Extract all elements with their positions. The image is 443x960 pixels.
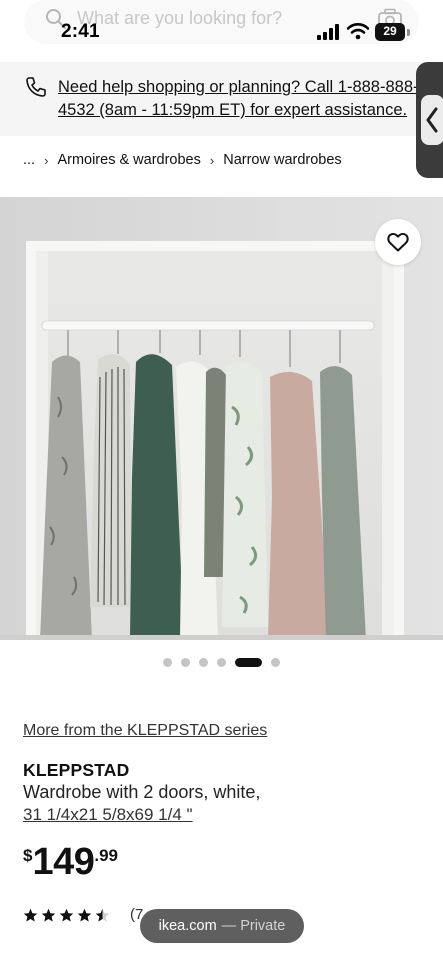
star-icon bbox=[95, 908, 110, 922]
cellular-signal-icon bbox=[317, 24, 339, 40]
private-mode-label: — Private bbox=[221, 918, 286, 934]
price-integer: 149 bbox=[32, 841, 95, 883]
wardrobe-photo bbox=[0, 197, 443, 640]
heart-icon bbox=[387, 232, 409, 252]
breadcrumb-armoires[interactable]: Armoires & wardrobes bbox=[57, 152, 200, 168]
carousel-dot[interactable] bbox=[217, 657, 226, 667]
carousel-indicator bbox=[163, 657, 280, 667]
help-banner[interactable]: Need help shopping or planning? Call 1-8… bbox=[0, 62, 443, 136]
carousel-dot[interactable] bbox=[271, 657, 280, 667]
battery-tip bbox=[407, 29, 410, 36]
product-dimensions-link[interactable]: 31 1/4x21 5/8x69 1/4 " bbox=[23, 805, 193, 825]
price-decimal: .99 bbox=[94, 846, 119, 865]
search-placeholder: What are you looking for? bbox=[77, 8, 283, 28]
battery-level: 29 bbox=[383, 24, 397, 38]
favorite-button[interactable] bbox=[375, 219, 421, 265]
side-drawer-handle bbox=[421, 95, 443, 145]
carousel-dot[interactable] bbox=[199, 657, 208, 667]
star-icon bbox=[59, 908, 74, 922]
breadcrumb-narrow-wardrobes[interactable]: Narrow wardrobes bbox=[223, 152, 341, 168]
url-domain: ikea.com bbox=[158, 918, 217, 934]
product-name: KLEPPSTAD bbox=[23, 760, 130, 780]
battery-icon: 29 bbox=[375, 23, 405, 41]
browser-url-bar[interactable]: ikea.com — Private bbox=[140, 909, 304, 943]
status-time: 2:41 bbox=[61, 21, 100, 42]
carousel-dot[interactable] bbox=[181, 657, 190, 667]
price-currency: $ bbox=[23, 846, 33, 865]
breadcrumb-ellipsis[interactable]: ... bbox=[23, 152, 35, 168]
wifi-icon bbox=[347, 23, 369, 40]
breadcrumb: ... › Armoires & wardrobes › Narrow ward… bbox=[23, 150, 342, 170]
product-description: Wardrobe with 2 doors, white, bbox=[23, 782, 261, 802]
star-icon bbox=[23, 908, 38, 922]
side-drawer-tab[interactable] bbox=[416, 62, 443, 178]
rating-stars[interactable] bbox=[23, 908, 110, 923]
product-image[interactable] bbox=[0, 197, 443, 640]
chevron-left-icon bbox=[426, 107, 438, 133]
star-icon bbox=[41, 908, 56, 922]
product-price: $ 149 .99 bbox=[23, 842, 118, 882]
breadcrumb-separator: › bbox=[44, 152, 49, 168]
series-link[interactable]: More from the KLEPPSTAD series bbox=[23, 722, 267, 740]
breadcrumb-separator: › bbox=[209, 152, 215, 168]
carousel-dot[interactable] bbox=[163, 657, 172, 667]
help-banner-text[interactable]: Need help shopping or planning? Call 1-8… bbox=[58, 76, 420, 122]
star-icon bbox=[77, 908, 92, 922]
top-bar: What are you looking for? 2:41 29 bbox=[0, 0, 443, 60]
phone-icon bbox=[26, 77, 46, 97]
carousel-dot-active[interactable] bbox=[235, 657, 262, 667]
